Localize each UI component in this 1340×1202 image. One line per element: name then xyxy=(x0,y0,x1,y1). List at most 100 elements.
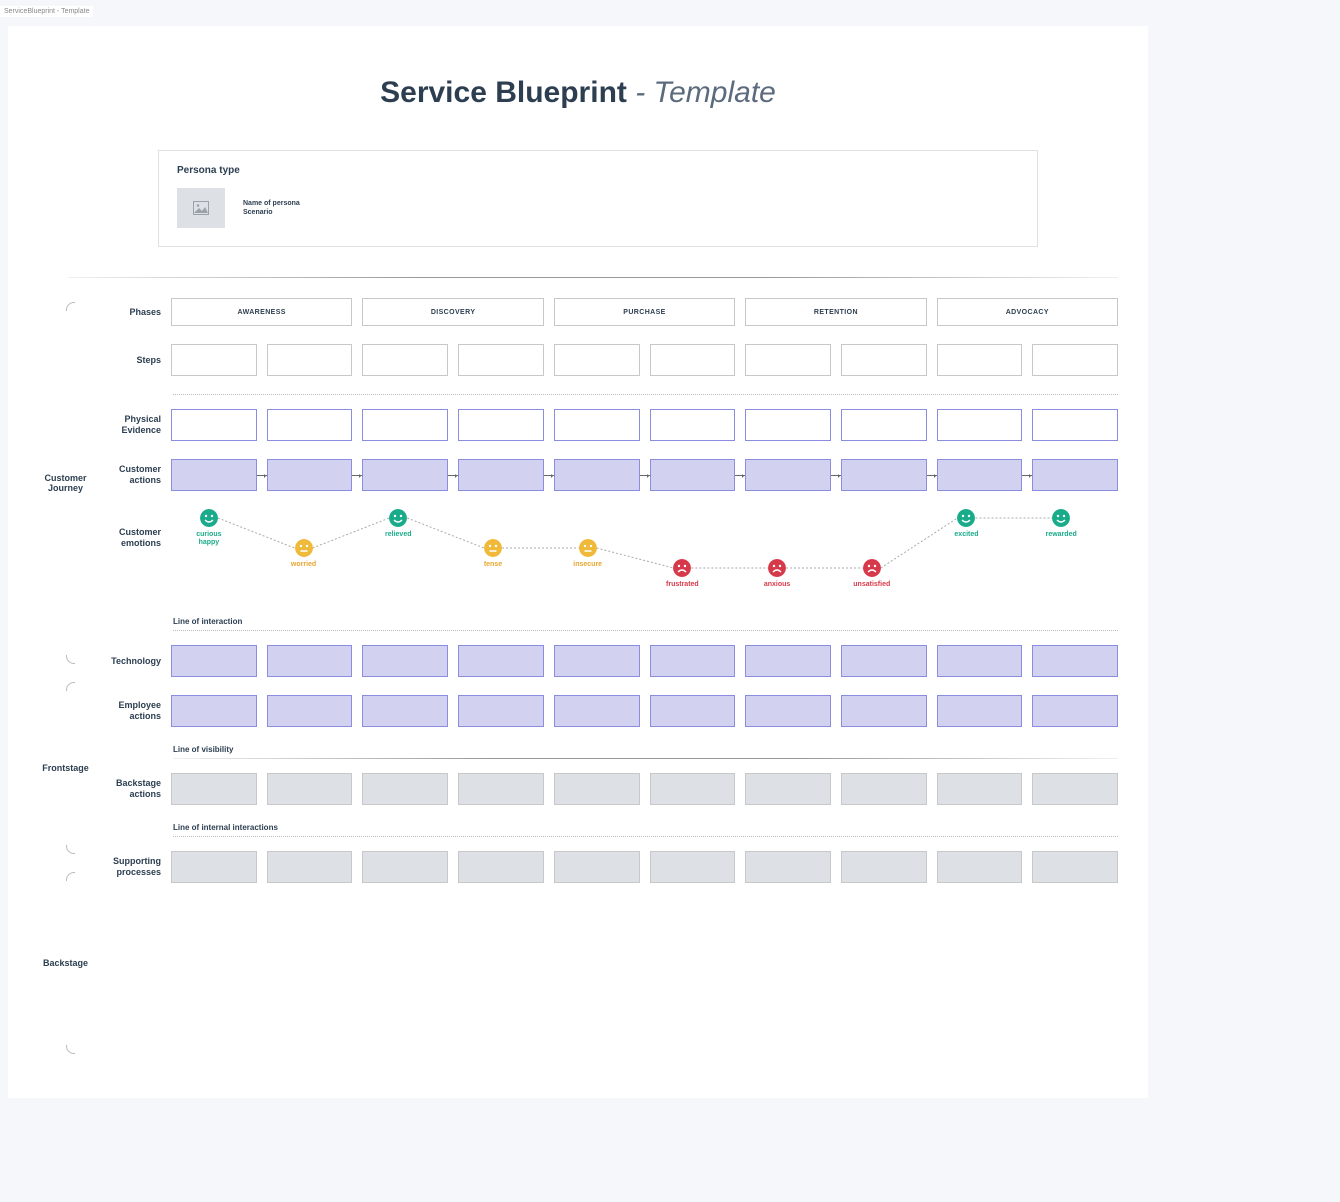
phase-cell[interactable]: DISCOVERY xyxy=(362,298,543,326)
step-cell[interactable] xyxy=(1032,344,1118,376)
evidence-cell[interactable] xyxy=(171,409,257,441)
evidence-cell[interactable] xyxy=(650,409,736,441)
employee-action-cell[interactable] xyxy=(362,695,448,727)
persona-avatar-placeholder[interactable] xyxy=(177,188,225,228)
evidence-cell[interactable] xyxy=(1032,409,1118,441)
technology-cell[interactable] xyxy=(267,645,353,677)
step-cell[interactable] xyxy=(745,344,831,376)
customer-action-cell[interactable] xyxy=(554,459,640,491)
emotion-red[interactable]: unsatisfied xyxy=(842,559,902,589)
employee-action-cell[interactable] xyxy=(554,695,640,727)
evidence-cell[interactable] xyxy=(841,409,927,441)
employee-action-cell[interactable] xyxy=(841,695,927,727)
customer-action-cell[interactable] xyxy=(650,459,736,491)
evidence-cell[interactable] xyxy=(267,409,353,441)
step-cell[interactable] xyxy=(841,344,927,376)
emotion-green[interactable]: relieved xyxy=(368,509,428,539)
line-of-interaction xyxy=(173,630,1118,631)
emotion-green[interactable]: curioushappy xyxy=(179,509,239,546)
evidence-cell[interactable] xyxy=(745,409,831,441)
emotion-yellow[interactable]: tense xyxy=(463,539,523,569)
evidence-cell[interactable] xyxy=(554,409,640,441)
evidence-cell[interactable] xyxy=(937,409,1023,441)
persona-box[interactable]: Persona type Name of persona Scenario xyxy=(158,150,1038,247)
arrow-icon xyxy=(352,475,362,476)
supporting-process-cell[interactable] xyxy=(171,851,257,883)
image-icon xyxy=(193,201,209,215)
supporting-process-cell[interactable] xyxy=(745,851,831,883)
emotion-red[interactable]: frustrated xyxy=(652,559,712,589)
emotion-label: excited xyxy=(936,531,996,539)
step-cell[interactable] xyxy=(362,344,448,376)
phase-cell[interactable]: AWARENESS xyxy=(171,298,352,326)
backstage-action-cell[interactable] xyxy=(458,773,544,805)
customer-action-cell[interactable] xyxy=(937,459,1023,491)
supporting-process-cell[interactable] xyxy=(841,851,927,883)
step-cell[interactable] xyxy=(458,344,544,376)
title-main: Service Blueprint xyxy=(380,76,627,109)
evidence-cell[interactable] xyxy=(362,409,448,441)
row-phases: Phases AWARENESSDISCOVERYPURCHASERETENTI… xyxy=(93,298,1118,326)
step-cell[interactable] xyxy=(650,344,736,376)
canvas[interactable]: Service Blueprint - Template Persona typ… xyxy=(8,26,1148,1098)
supporting-process-cell[interactable] xyxy=(937,851,1023,883)
supporting-process-cell[interactable] xyxy=(1032,851,1118,883)
technology-cell[interactable] xyxy=(745,645,831,677)
emotion-label: curioushappy xyxy=(179,531,239,546)
persona-text[interactable]: Name of persona Scenario xyxy=(243,199,300,217)
customer-action-cell[interactable] xyxy=(1032,459,1118,491)
customer-action-cell[interactable] xyxy=(267,459,353,491)
evidence-cell[interactable] xyxy=(458,409,544,441)
step-cell[interactable] xyxy=(937,344,1023,376)
emotion-red[interactable]: anxious xyxy=(747,559,807,589)
backstage-action-cell[interactable] xyxy=(1032,773,1118,805)
technology-cell[interactable] xyxy=(1032,645,1118,677)
customer-action-cell[interactable] xyxy=(362,459,448,491)
line-of-interaction-label: Line of interaction xyxy=(173,617,1118,626)
customer-action-cell[interactable] xyxy=(745,459,831,491)
phase-cell[interactable]: PURCHASE xyxy=(554,298,735,326)
emotion-green[interactable]: rewarded xyxy=(1031,509,1091,539)
backstage-action-cell[interactable] xyxy=(650,773,736,805)
backstage-action-cell[interactable] xyxy=(267,773,353,805)
employee-action-cell[interactable] xyxy=(458,695,544,727)
window-tab: ServiceBlueprint - Template xyxy=(0,6,93,17)
technology-cell[interactable] xyxy=(458,645,544,677)
step-cell[interactable] xyxy=(554,344,640,376)
arrow-icon xyxy=(831,475,841,476)
emotion-yellow[interactable]: worried xyxy=(274,539,334,569)
backstage-action-cell[interactable] xyxy=(937,773,1023,805)
backstage-action-cell[interactable] xyxy=(841,773,927,805)
technology-cell[interactable] xyxy=(650,645,736,677)
employee-action-cell[interactable] xyxy=(937,695,1023,727)
customer-action-cell[interactable] xyxy=(458,459,544,491)
customer-action-cell[interactable] xyxy=(841,459,927,491)
backstage-action-cell[interactable] xyxy=(362,773,448,805)
employee-action-cell[interactable] xyxy=(745,695,831,727)
supporting-process-cell[interactable] xyxy=(362,851,448,883)
employee-action-cell[interactable] xyxy=(650,695,736,727)
emotion-green[interactable]: excited xyxy=(936,509,996,539)
supporting-process-cell[interactable] xyxy=(554,851,640,883)
step-cell[interactable] xyxy=(171,344,257,376)
phase-cell[interactable]: ADVOCACY xyxy=(937,298,1118,326)
backstage-action-cell[interactable] xyxy=(554,773,640,805)
supporting-process-cell[interactable] xyxy=(458,851,544,883)
customer-action-cell[interactable] xyxy=(171,459,257,491)
backstage-action-cell[interactable] xyxy=(745,773,831,805)
supporting-process-cell[interactable] xyxy=(267,851,353,883)
phase-cell[interactable]: RETENTION xyxy=(745,298,926,326)
supporting-process-cell[interactable] xyxy=(650,851,736,883)
technology-cell[interactable] xyxy=(171,645,257,677)
technology-cell[interactable] xyxy=(554,645,640,677)
step-cell[interactable] xyxy=(267,344,353,376)
row-evidence: Physical Evidence xyxy=(93,409,1118,441)
technology-cell[interactable] xyxy=(362,645,448,677)
technology-cell[interactable] xyxy=(937,645,1023,677)
technology-cell[interactable] xyxy=(841,645,927,677)
employee-action-cell[interactable] xyxy=(267,695,353,727)
employee-action-cell[interactable] xyxy=(1032,695,1118,727)
backstage-action-cell[interactable] xyxy=(171,773,257,805)
employee-action-cell[interactable] xyxy=(171,695,257,727)
emotion-yellow[interactable]: insecure xyxy=(558,539,618,569)
